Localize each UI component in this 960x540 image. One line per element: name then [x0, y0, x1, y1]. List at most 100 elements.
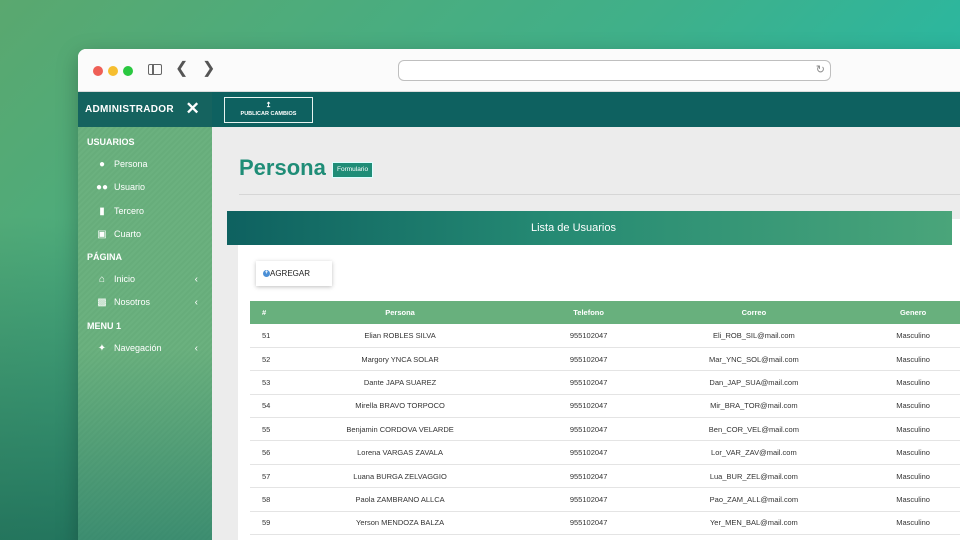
sidebar-toggle-icon[interactable] — [148, 64, 162, 75]
cell-genero: Masculino — [848, 511, 960, 536]
cell-telefono: 955102047 — [517, 464, 660, 489]
upload-icon: ↥ — [265, 102, 272, 109]
sidebar-item-persona[interactable]: ● Persona — [78, 153, 212, 176]
column-header-number[interactable]: # — [250, 301, 283, 324]
cell-persona: Yerson MENDOZA BALZA — [282, 511, 518, 536]
sidebar-item-inicio[interactable]: ⌂ Inicio ‹ — [78, 268, 212, 291]
file-icon: ▮ — [99, 205, 105, 217]
forward-arrow-icon[interactable]: ❯ — [202, 60, 215, 78]
table-row[interactable]: 51 Elian ROBLES SILVA 955102047 Eli_ROB_SIL… — [250, 324, 960, 348]
chevron-left-icon: ‹ — [194, 342, 198, 354]
back-arrow-icon[interactable]: ❮ — [175, 60, 188, 78]
table-row[interactable]: 54 Mirella BRAVO TORPOCO 955102047 Mir_BRA_… — [250, 394, 960, 419]
table-row[interactable]: 52 Margory YNCA SOLAR 955102047 Mar_YNC_SOL… — [250, 347, 960, 372]
column-header-genero[interactable]: Genero — [848, 301, 960, 324]
add-button-label: AGREGAR — [270, 269, 311, 278]
sidebar-item-label: Navegación — [114, 342, 162, 353]
cell-persona: Mirella BRAVO TORPOCO — [282, 394, 518, 419]
browser-toolbar: ❮ ❯ ↻ — [78, 49, 960, 92]
cell-telefono: 955102047 — [517, 394, 660, 419]
cell-genero: Masculino — [848, 464, 960, 489]
minimize-window-button[interactable] — [108, 66, 118, 76]
sidebar-item-nosotros[interactable]: ▩ Nosotros ‹ — [78, 291, 212, 314]
card-title: Lista de Usuarios — [227, 211, 952, 245]
table-row[interactable]: 57 Luana BURGA ZELVAGGIO 955102047 Lua_BUR_… — [250, 464, 960, 489]
reload-icon[interactable]: ↻ — [816, 63, 825, 76]
cell-telefono: 955102047 — [517, 417, 660, 442]
cell-telefono: 955102047 — [517, 440, 660, 465]
table-row[interactable]: 56 Lorena VARGAS ZAVALA 955102047 Lor_VAR_Z… — [250, 440, 960, 465]
section-pagina: PÁGINA — [87, 252, 123, 263]
cell-genero: Masculino — [848, 324, 960, 348]
cell-correo: Pao_ZAM_ALL@mail.com — [659, 487, 849, 512]
cell-genero: Masculino — [848, 347, 960, 372]
cell-persona: Lorena VARGAS ZAVALA — [282, 440, 518, 465]
sidebar-item-label: Persona — [114, 159, 148, 169]
sidebar-fade — [78, 349, 212, 540]
cell-genero: Masculino — [848, 394, 960, 419]
close-icon[interactable]: ✕ — [185, 100, 200, 117]
column-header-telefono[interactable]: Telefono — [517, 301, 660, 324]
sidebar-item-label: Usuario — [114, 182, 146, 193]
close-window-button[interactable] — [93, 66, 103, 76]
sidebar-item-label: Tercero — [114, 205, 145, 216]
divider — [239, 194, 960, 195]
users-table: # Persona Telefono Correo Genero 51 Elian… — [250, 301, 960, 536]
publish-label: PUBLICAR CAMBIOS — [240, 111, 297, 117]
cell-persona: Margory YNCA SOLAR — [282, 347, 518, 372]
table-row[interactable]: 59 Yerson MENDOZA BALZA 955102047 Yer_MEN_B… — [250, 511, 960, 536]
cell-correo: Ben_COR_VEL@mail.com — [659, 417, 849, 442]
table-body: 51 Elian ROBLES SILVA 955102047 Eli_ROB_SIL… — [250, 324, 960, 536]
cell-telefono: 955102047 — [517, 487, 660, 512]
publish-changes-button[interactable]: ↥ PUBLICAR CAMBIOS — [224, 97, 313, 123]
sidebar-title: ADMINISTRADOR — [85, 104, 174, 115]
add-button[interactable]: + AGREGAR — [256, 261, 332, 286]
column-header-correo[interactable]: Correo — [659, 301, 849, 324]
top-bar: ↥ PUBLICAR CAMBIOS — [212, 92, 960, 127]
cell-number: 55 — [250, 417, 283, 442]
table-row[interactable]: 58 Paola ZAMBRANO ALLCA 955102047 Pao_ZAM_A… — [250, 487, 960, 512]
cell-telefono: 955102047 — [517, 347, 660, 372]
cell-number: 58 — [250, 487, 283, 512]
cell-genero: Masculino — [848, 417, 960, 442]
sidebar-item-navegacion[interactable]: ✦ Navegación ‹ — [78, 337, 212, 360]
sidebar-item-label: Nosotros — [114, 297, 151, 308]
page-title: Persona — [239, 155, 326, 180]
table-row[interactable]: 53 Dante JAPA SUAREZ 955102047 Dan_JAP_SUA@… — [250, 370, 960, 395]
cell-correo: Lor_VAR_ZAV@mail.com — [659, 440, 849, 465]
chevron-left-icon: ‹ — [194, 297, 198, 309]
home-icon: ⌂ — [98, 274, 106, 286]
cell-persona: Dante JAPA SUAREZ — [282, 370, 518, 395]
cell-number: 51 — [250, 324, 283, 348]
section-usuarios: USUARIOS — [87, 137, 135, 147]
form-badge: Formulario — [332, 162, 374, 178]
cell-number: 59 — [250, 511, 283, 536]
cell-number: 57 — [250, 464, 283, 489]
user-icon: ● — [98, 159, 106, 170]
table-header-row: # Persona Telefono Correo Genero — [250, 301, 960, 324]
section-menu-1: MENU 1 — [87, 320, 122, 331]
address-bar[interactable]: ↻ — [398, 60, 831, 81]
sidebar-item-cuarto[interactable]: ▣ Cuarto — [78, 223, 212, 246]
id-card-icon: ▩ — [97, 297, 107, 309]
cell-number: 53 — [250, 370, 283, 395]
app: ADMINISTRADOR ✕ USUARIOS ● Persona ●● Us… — [78, 92, 960, 540]
table-row[interactable]: 55 Benjamin CORDOVA VELARDE 955102047 Ben_C… — [250, 417, 960, 442]
sidebar-item-label: Inicio — [114, 274, 136, 285]
sidebar-item-usuario[interactable]: ●● Usuario — [78, 176, 212, 199]
column-header-persona[interactable]: Persona — [282, 301, 518, 324]
cell-correo: Dan_JAP_SUA@mail.com — [659, 370, 849, 395]
sidebar: ADMINISTRADOR ✕ USUARIOS ● Persona ●● Us… — [78, 92, 212, 540]
cell-correo: Mar_YNC_SOL@mail.com — [659, 347, 849, 372]
cell-correo: Mir_BRA_TOR@mail.com — [659, 394, 849, 419]
maximize-window-button[interactable] — [123, 66, 133, 76]
browser-window: ❮ ❯ ↻ ADMINISTRADOR ✕ USUARIOS ● Persona… — [78, 49, 960, 540]
plus-circle-icon: + — [263, 270, 270, 277]
sidebar-item-tercero[interactable]: ▮ Tercero — [78, 200, 212, 223]
cell-number: 56 — [250, 440, 283, 465]
cell-correo: Lua_BUR_ZEL@mail.com — [659, 464, 849, 489]
main-content: Persona Formulario Lista de Usuarios + A… — [212, 127, 960, 540]
cell-genero: Masculino — [848, 487, 960, 512]
cell-genero: Masculino — [848, 440, 960, 465]
cell-number: 52 — [250, 347, 283, 372]
